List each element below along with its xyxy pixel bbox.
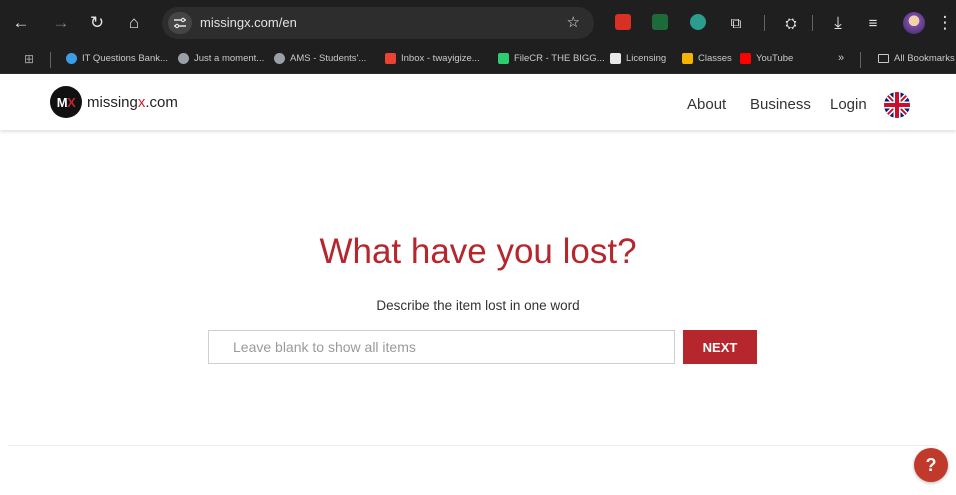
bookmark-label: IT Questions Bank... <box>82 53 168 64</box>
toolbar-separator <box>812 15 813 31</box>
address-bar[interactable]: missingx.com/en ☆ <box>162 7 594 39</box>
nav-login[interactable]: Login <box>830 96 867 113</box>
bookmark-star-icon[interactable]: ☆ <box>567 13 580 31</box>
toolbar-separator <box>764 15 765 31</box>
logo-mark-x: X <box>67 94 76 110</box>
reload-icon[interactable]: ↻ <box>86 12 108 34</box>
extension-teal-icon[interactable] <box>690 14 706 30</box>
uk-flag-icon[interactable] <box>884 92 910 118</box>
logo-mark: MX <box>50 86 82 118</box>
bookmark-label: FileCR - THE BIGG... <box>514 53 605 64</box>
logo-text: missingx.com <box>87 94 178 111</box>
extensions-puzzle-icon[interactable]: ⧉ <box>725 12 747 34</box>
all-bookmarks-label: All Bookmarks <box>894 53 955 64</box>
help-button[interactable]: ? <box>914 448 948 482</box>
extension-red-icon[interactable] <box>615 14 631 30</box>
globe-icon <box>274 53 285 64</box>
nav-about[interactable]: About <box>687 96 726 113</box>
bookmark-label: Licensing <box>626 53 667 64</box>
bookmark-label: Inbox - twayigize... <box>401 53 480 64</box>
url-text: missingx.com/en <box>200 15 297 30</box>
apps-grid-icon[interactable]: ⊞ <box>24 52 34 66</box>
licensing-icon <box>610 53 621 64</box>
bookmark-label: Classes <box>698 53 732 64</box>
edge-icon <box>66 53 77 64</box>
logo-text-pre: missing <box>87 93 138 111</box>
menu-kebab-icon[interactable]: ⋮ <box>934 12 956 34</box>
bookmark-item[interactable]: Inbox - twayigize... <box>385 53 480 64</box>
incognito-icon[interactable]: ⛭ <box>780 12 802 34</box>
gmail-icon <box>385 53 396 64</box>
browser-toolbar: ← → ↻ ⌂ missingx.com/en ☆ ⧉ ⛭ ⤓ ≡ ⋮ <box>0 0 956 46</box>
forward-arrow-icon[interactable]: → <box>50 12 72 34</box>
bookmark-label: AMS - Students'... <box>290 53 367 64</box>
next-button[interactable]: NEXT <box>683 330 757 364</box>
site-header: MX missingx.com About Business Login <box>0 74 956 130</box>
footer-divider <box>8 445 938 446</box>
extension-green-icon[interactable] <box>652 14 668 30</box>
bookmark-item[interactable]: IT Questions Bank... <box>66 53 168 64</box>
bookmark-label: Just a moment... <box>194 53 265 64</box>
profile-avatar[interactable] <box>903 12 925 34</box>
bookmark-item[interactable]: FileCR - THE BIGG... <box>498 53 605 64</box>
bookmarks-bar: ⊞ IT Questions Bank... Just a moment... … <box>0 46 956 74</box>
classroom-icon <box>682 53 693 64</box>
lost-item-input[interactable] <box>208 330 675 364</box>
all-bookmarks-button[interactable]: All Bookmarks <box>878 53 955 64</box>
home-icon[interactable]: ⌂ <box>123 12 145 34</box>
bookmark-item[interactable]: YouTube <box>740 53 793 64</box>
bookmark-item[interactable]: Licensing <box>610 53 666 64</box>
bookmark-item[interactable]: AMS - Students'... <box>274 53 366 64</box>
site-info-icon[interactable] <box>168 12 192 34</box>
globe-icon <box>178 53 189 64</box>
nav-business[interactable]: Business <box>750 96 811 113</box>
logo-text-post: .com <box>145 93 178 111</box>
reading-list-icon[interactable]: ≡ <box>862 12 884 34</box>
bookmark-item[interactable]: Just a moment... <box>178 53 264 64</box>
logo-mark-m: M <box>56 94 68 110</box>
bookmark-item[interactable]: Classes <box>682 53 732 64</box>
filecr-icon <box>498 53 509 64</box>
site-logo[interactable]: MX missingx.com <box>50 86 178 118</box>
folder-icon <box>878 54 889 63</box>
download-icon[interactable]: ⤓ <box>827 12 849 34</box>
hero-subtitle: Describe the item lost in one word <box>376 298 580 313</box>
youtube-icon <box>740 53 751 64</box>
back-arrow-icon[interactable]: ← <box>10 12 32 34</box>
bookmarks-separator <box>860 52 861 68</box>
more-bookmarks-button[interactable]: » <box>838 52 844 64</box>
bookmark-label: YouTube <box>756 53 794 64</box>
hero-title: What have you lost? <box>319 232 637 271</box>
bookmarks-separator <box>50 52 51 68</box>
